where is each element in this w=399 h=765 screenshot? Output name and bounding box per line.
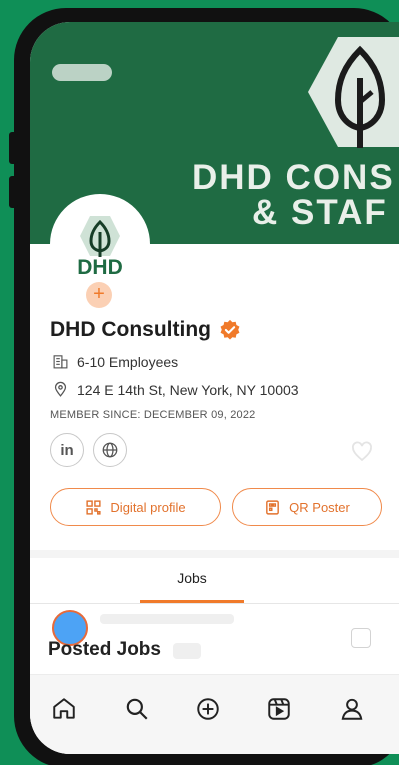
cover-title: DHD CONS & STAF <box>192 158 395 232</box>
bottom-nav <box>30 674 399 754</box>
loading-placeholder <box>100 614 234 624</box>
nav-profile[interactable] <box>338 695 366 723</box>
employees-row: 6-10 Employees <box>52 353 178 370</box>
select-checkbox[interactable] <box>351 628 371 648</box>
heart-icon[interactable] <box>350 440 374 464</box>
logo-text: DHD <box>77 256 123 279</box>
add-logo-button[interactable]: + <box>86 282 112 308</box>
qr-poster-label: QR Poster <box>289 499 350 515</box>
linkedin-icon: in <box>60 441 74 459</box>
globe-icon <box>102 442 118 458</box>
qr-poster-button[interactable]: QR Poster <box>232 488 382 526</box>
tab-jobs[interactable]: Jobs <box>140 570 244 586</box>
add-icon <box>197 698 219 720</box>
nav-reels[interactable] <box>265 695 293 723</box>
digital-profile-button[interactable]: Digital profile <box>50 488 221 526</box>
app-screen: DHD CONS & STAF DHD + DHD Consulting 6-1… <box>30 22 399 754</box>
location-pin-icon <box>54 381 67 397</box>
website-button[interactable] <box>93 433 127 467</box>
member-since: MEMBER SINCE: DECEMBER 09, 2022 <box>50 409 256 421</box>
employees-count: 6-10 Employees <box>77 353 179 370</box>
nav-add[interactable] <box>194 695 222 723</box>
digital-profile-label: Digital profile <box>110 499 186 515</box>
poster-icon <box>266 499 280 515</box>
profile-icon <box>341 698 363 720</box>
home-icon <box>53 698 75 719</box>
company-logo[interactable]: DHD <box>50 194 150 294</box>
address-row: 124 E 14th St, New York, NY 10003 <box>52 381 299 398</box>
search-icon <box>126 698 148 720</box>
section-divider <box>30 550 399 558</box>
tree-logo-icon <box>308 37 399 148</box>
status-pill <box>52 64 112 81</box>
jobs-count-placeholder <box>173 643 201 659</box>
tree-icon <box>80 216 120 257</box>
nav-search[interactable] <box>123 695 151 723</box>
company-address: 124 E 14th St, New York, NY 10003 <box>77 381 299 398</box>
building-icon <box>53 355 68 369</box>
side-button <box>9 176 18 208</box>
company-name: DHD Consulting <box>50 318 211 341</box>
verified-badge-icon <box>220 319 240 340</box>
reels-icon <box>268 698 290 720</box>
linkedin-button[interactable]: in <box>50 433 84 467</box>
nav-home[interactable] <box>50 695 78 723</box>
posted-jobs-heading: Posted Jobs <box>48 639 161 660</box>
side-button <box>9 132 18 164</box>
qr-code-icon <box>86 499 102 515</box>
tab-divider <box>30 603 399 604</box>
